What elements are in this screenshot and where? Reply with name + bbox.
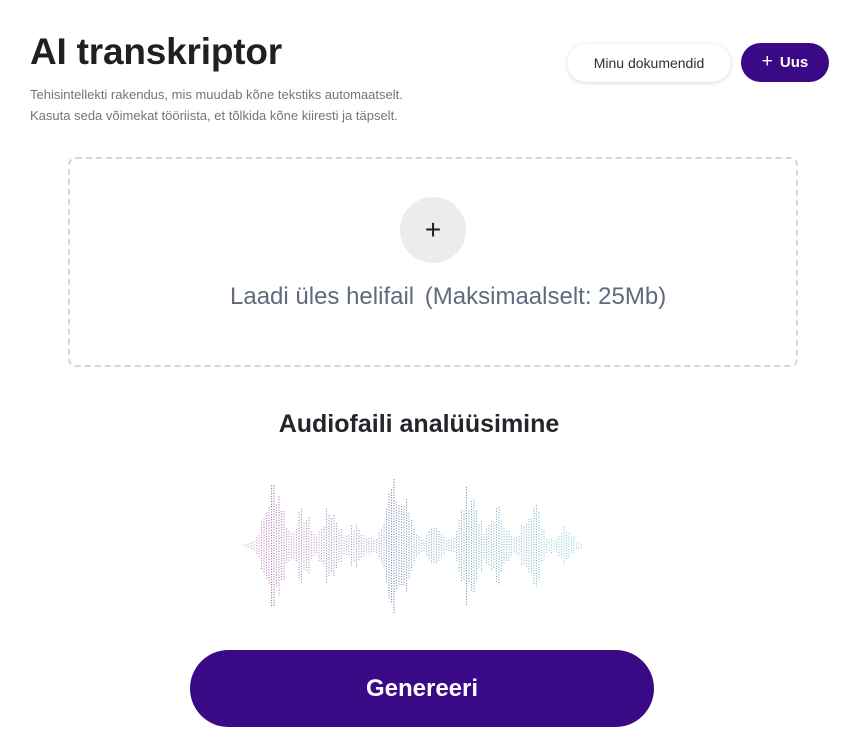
subtitle-line-2: Kasuta seda võimekat tööriista, et tõlki… — [30, 108, 398, 123]
audio-upload-dropzone[interactable]: + Laadi üles helifail (Maksimaalselt: 25… — [68, 157, 798, 367]
plus-icon: + — [761, 51, 773, 72]
transcriptor-page: AI transkriptor Tehisintellekti rakendus… — [0, 0, 854, 748]
new-button[interactable]: + Uus — [741, 43, 829, 82]
my-documents-button[interactable]: Minu dokumendid — [567, 44, 731, 82]
upload-size-limit: (Maksimaalselt: 25Mb) — [424, 283, 667, 310]
audio-waveform — [243, 479, 583, 613]
waveform-bars — [243, 479, 583, 613]
upload-label: Laadi üles helifail — [230, 283, 415, 310]
upload-instructions: Laadi üles helifail (Maksimaalselt: 25Mb… — [230, 283, 666, 311]
upload-plus-icon[interactable]: + — [400, 197, 466, 263]
subtitle-line-1: Tehisintellekti rakendus, mis muudab kõn… — [30, 87, 403, 102]
page-subtitle: Tehisintellekti rakendus, mis muudab kõn… — [30, 84, 510, 126]
new-button-label: Uus — [779, 54, 809, 71]
analysis-heading: Audiofaili analüüsimine — [278, 410, 560, 438]
page-title: AI transkriptor — [30, 31, 282, 72]
generate-button[interactable]: Genereeri — [190, 650, 654, 727]
